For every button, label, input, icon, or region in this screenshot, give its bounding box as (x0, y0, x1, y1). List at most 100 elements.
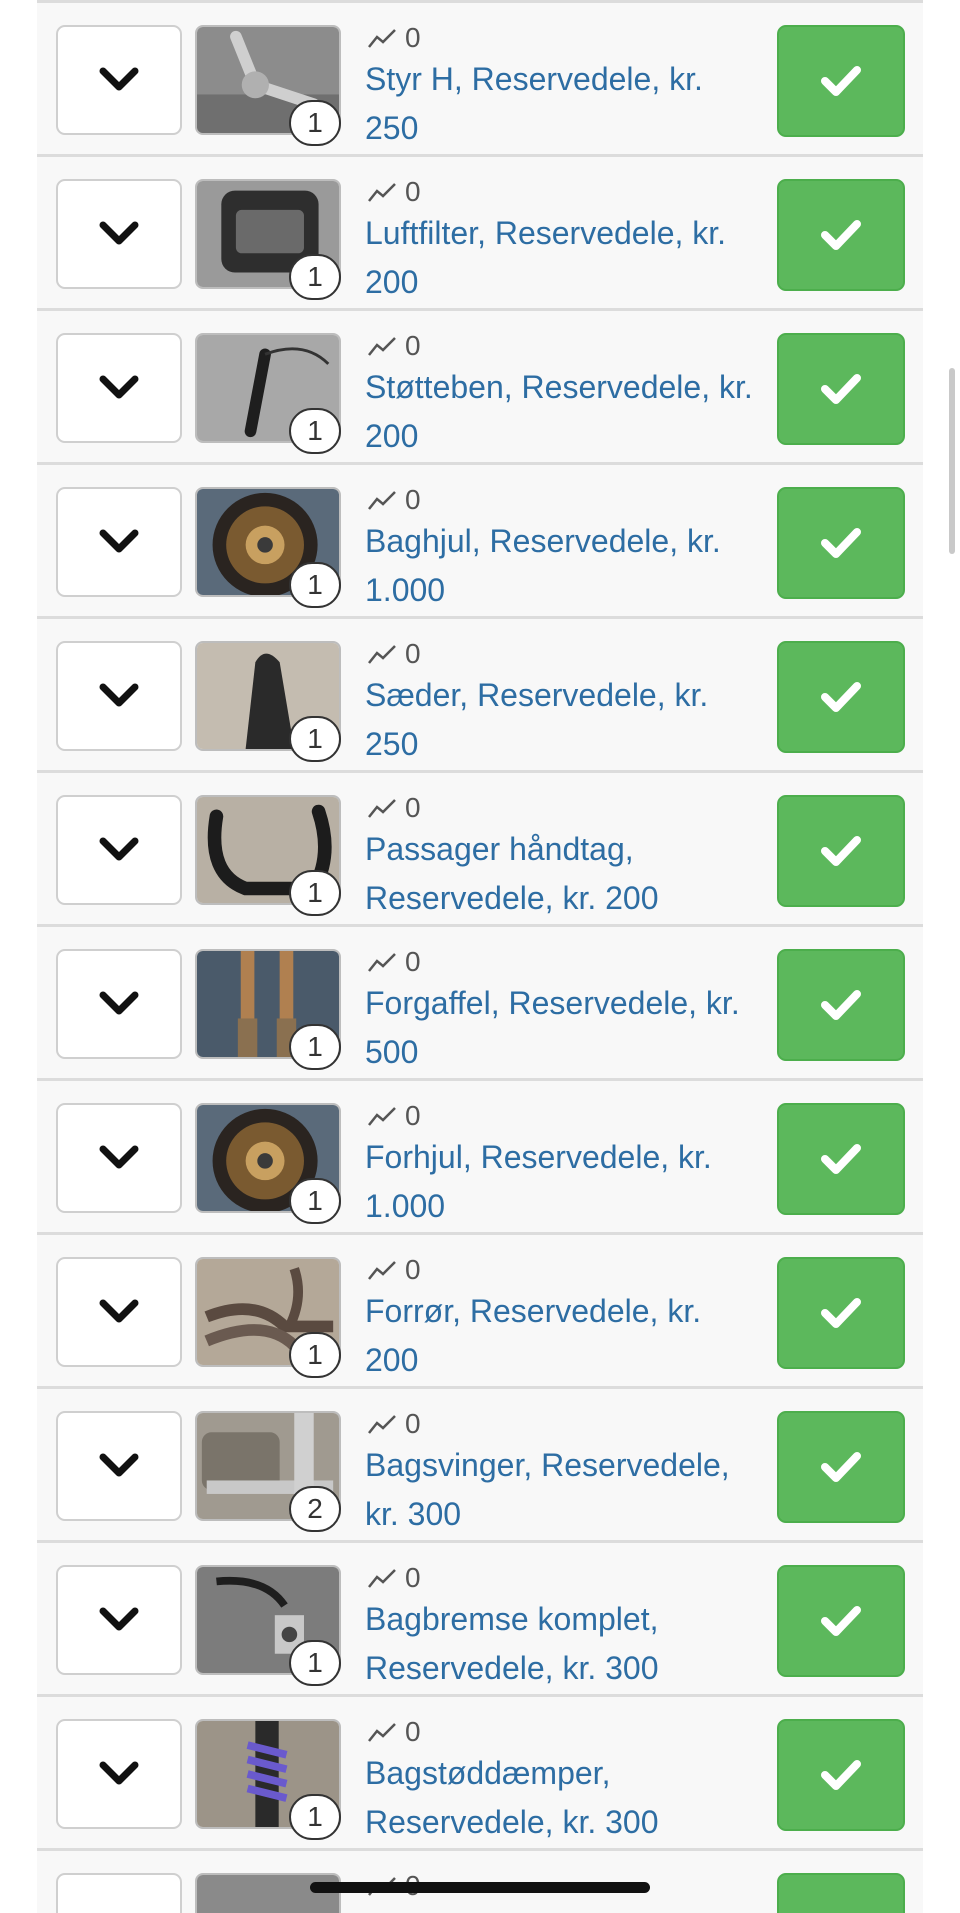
item-title-link[interactable]: Baghjul, Reservedele, kr. 1.000 (365, 517, 755, 615)
item-title-link[interactable]: Bagstøddæmper, Reservedele, kr. 300 (365, 1749, 755, 1847)
views-count: 0 (405, 1254, 421, 1285)
item-title-link[interactable]: Passager håndtag, Reservedele, kr. 200 (365, 825, 755, 923)
trend-icon (368, 491, 396, 510)
item-title-link[interactable]: Sæder, Reservedele, kr. 250 (365, 671, 755, 769)
confirm-button[interactable] (777, 1873, 905, 1913)
trend-icon (368, 799, 396, 818)
trend-icon (368, 1569, 396, 1588)
expand-button[interactable] (56, 1411, 182, 1521)
expand-button[interactable] (56, 1103, 182, 1213)
views-count: 0 (405, 638, 421, 669)
item-title-link[interactable]: Styr H, Reservedele, kr. 250 (365, 55, 755, 153)
confirm-button[interactable] (777, 1257, 905, 1369)
expand-button[interactable] (56, 1873, 182, 1913)
expand-button[interactable] (56, 1565, 182, 1675)
item-title-link[interactable]: Forhjul, Reservedele, kr. 1.000 (365, 1133, 755, 1231)
views-stat: 0 (367, 1715, 421, 1749)
home-indicator[interactable] (310, 1882, 650, 1893)
vertical-scrollbar[interactable] (949, 368, 955, 554)
views-count: 0 (405, 22, 421, 53)
chevron-down-icon (99, 1607, 139, 1631)
trend-icon (368, 953, 396, 972)
list-item: 1 0 Forgaffel, Reservedele, kr. 500 (37, 927, 923, 1081)
views-stat: 0 (367, 1253, 421, 1287)
chevron-down-icon (99, 837, 139, 861)
expand-button[interactable] (56, 949, 182, 1059)
chevron-down-icon (99, 529, 139, 553)
list-item: 1 0 Forrør, Reservedele, kr. 200 (37, 1235, 923, 1389)
confirm-button[interactable] (777, 641, 905, 753)
confirm-button[interactable] (777, 795, 905, 907)
photo-count-badge: 1 (289, 254, 341, 300)
photo-count-badge: 1 (289, 1794, 341, 1840)
item-title-link[interactable]: Bagbremse komplet, Reservedele, kr. 300 (365, 1595, 755, 1693)
trend-icon (368, 1261, 396, 1280)
trend-icon (368, 1723, 396, 1742)
checkmark-icon (821, 66, 861, 96)
trend-icon (368, 183, 396, 202)
confirm-button[interactable] (777, 1411, 905, 1523)
views-stat: 0 (367, 483, 421, 517)
views-stat: 0 (367, 1561, 421, 1595)
list-item: 1 0 Forhjul, Reservedele, kr. 1.000 (37, 1081, 923, 1235)
views-count: 0 (405, 1716, 421, 1747)
photo-count-badge: 1 (289, 100, 341, 146)
confirm-button[interactable] (777, 487, 905, 599)
photo-count-badge: 1 (289, 1640, 341, 1686)
chevron-down-icon (99, 67, 139, 91)
checkmark-icon (821, 528, 861, 558)
views-stat: 0 (367, 945, 421, 979)
expand-button[interactable] (56, 641, 182, 751)
listing-page: 1 0 Styr H, Reservedele, kr. 250 1 0 Luf… (0, 0, 960, 1913)
confirm-button[interactable] (777, 333, 905, 445)
views-count: 0 (405, 176, 421, 207)
confirm-button[interactable] (777, 1719, 905, 1831)
expand-button[interactable] (56, 179, 182, 289)
confirm-button[interactable] (777, 179, 905, 291)
expand-button[interactable] (56, 333, 182, 443)
views-stat: 0 (367, 329, 421, 363)
photo-count-badge: 1 (289, 562, 341, 608)
photo-count-badge: 1 (289, 408, 341, 454)
list-item: 2 0 Bagsvinger, Reservedele, kr. 300 (37, 1389, 923, 1543)
views-count: 0 (405, 1100, 421, 1131)
checkmark-icon (821, 1144, 861, 1174)
views-count: 0 (405, 484, 421, 515)
list-item: 1 0 Styr H, Reservedele, kr. 250 (37, 0, 923, 157)
item-list: 1 0 Styr H, Reservedele, kr. 250 1 0 Luf… (37, 0, 923, 1913)
checkmark-icon (821, 1606, 861, 1636)
trend-icon (368, 645, 396, 664)
expand-button[interactable] (56, 1257, 182, 1367)
expand-button[interactable] (56, 25, 182, 135)
item-title-link[interactable]: Bagsvinger, Reservedele, kr. 300 (365, 1441, 755, 1539)
item-title-link[interactable]: Forrør, Reservedele, kr. 200 (365, 1287, 755, 1385)
checkmark-icon (821, 374, 861, 404)
partial-item-photo[interactable] (195, 1873, 341, 1913)
list-item: 1 0 Støtteben, Reservedele, kr. 200 (37, 311, 923, 465)
confirm-button[interactable] (777, 1565, 905, 1677)
list-item: 1 0 Sæder, Reservedele, kr. 250 (37, 619, 923, 773)
expand-button[interactable] (56, 795, 182, 905)
list-item: 1 0 Bagbremse komplet, Reservedele, kr. … (37, 1543, 923, 1697)
views-count: 0 (405, 330, 421, 361)
confirm-button[interactable] (777, 1103, 905, 1215)
chevron-down-icon (99, 1145, 139, 1169)
expand-button[interactable] (56, 1719, 182, 1829)
item-title-link[interactable]: Støtteben, Reservedele, kr. 200 (365, 363, 755, 461)
views-stat: 0 (367, 1407, 421, 1441)
checkmark-icon (821, 990, 861, 1020)
item-title-link[interactable]: Luftfilter, Reservedele, kr. 200 (365, 209, 755, 307)
item-title-link[interactable]: Forgaffel, Reservedele, kr. 500 (365, 979, 755, 1077)
confirm-button[interactable] (777, 949, 905, 1061)
chevron-down-icon (99, 1299, 139, 1323)
expand-button[interactable] (56, 487, 182, 597)
confirm-button[interactable] (777, 25, 905, 137)
checkmark-icon (821, 836, 861, 866)
list-item: 1 0 Luftfilter, Reservedele, kr. 200 (37, 157, 923, 311)
photo-count-badge: 1 (289, 1024, 341, 1070)
photo-count-badge: 1 (289, 1332, 341, 1378)
views-stat: 0 (367, 637, 421, 671)
photo-count-badge: 2 (289, 1486, 341, 1532)
trend-icon (368, 1107, 396, 1126)
views-stat: 0 (367, 791, 421, 825)
